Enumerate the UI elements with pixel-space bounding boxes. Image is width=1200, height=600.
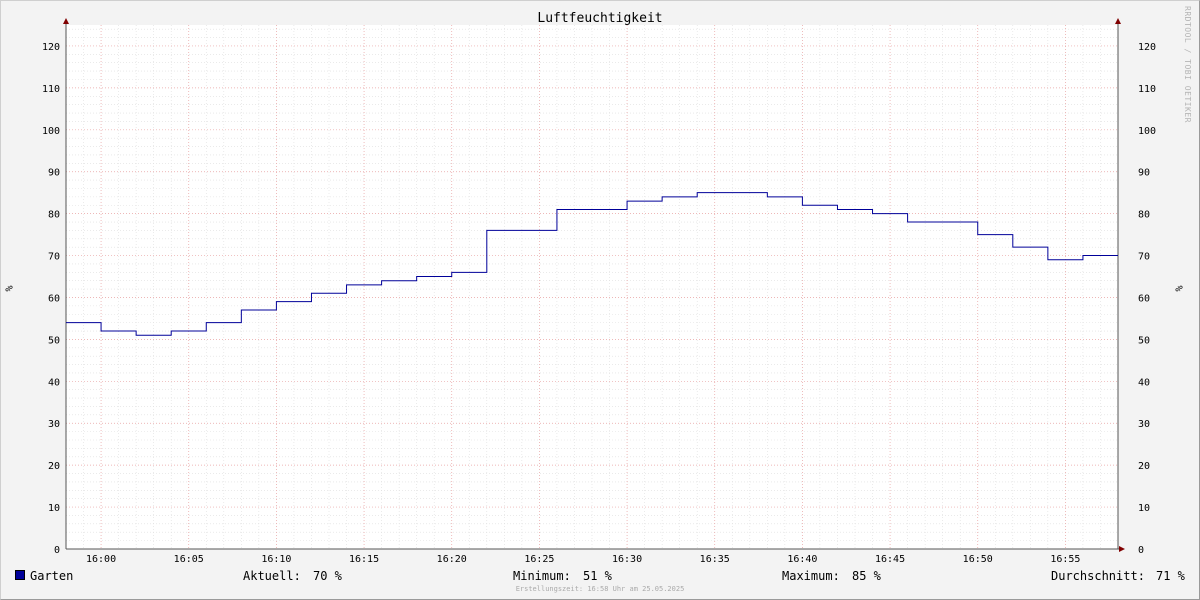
y-axis-arrow-right <box>1115 18 1121 24</box>
y-tick-label-right: 60 <box>1138 293 1150 304</box>
x-tick-label: 16:50 <box>963 554 993 565</box>
x-tick-label: 16:30 <box>612 554 642 565</box>
y-tick-label-right: 120 <box>1138 42 1156 53</box>
y-tick-label-left: 40 <box>48 377 60 388</box>
y-tick-label-right: 90 <box>1138 168 1150 179</box>
legend-min-value: 51 % <box>583 569 612 583</box>
legend-current-value: 70 % <box>313 569 342 583</box>
legend-max-value: 85 % <box>852 569 881 583</box>
x-tick-label: 16:40 <box>787 554 817 565</box>
x-tick-label: 16:35 <box>700 554 730 565</box>
creation-timestamp: Erstellungszeit: 16:58 Uhr am 25.05.2025 <box>515 585 685 593</box>
chart-canvas: Luftfeuchtigkeit RRDTOOL / TOBI OETIKER … <box>0 0 1200 600</box>
x-axis-arrow <box>1119 546 1125 552</box>
legend-series-name: Garten <box>30 569 74 583</box>
legend-min-label: Minimum: <box>513 569 571 583</box>
x-tick-label: 16:10 <box>261 554 291 565</box>
y-tick-label-left: 80 <box>48 210 60 221</box>
legend-avg-value: 71 % <box>1156 569 1185 583</box>
x-tick-label: 16:05 <box>174 554 204 565</box>
y-tick-label-right: 40 <box>1138 377 1150 388</box>
y-tick-label-right: 80 <box>1138 210 1150 221</box>
y-tick-label-left: 30 <box>48 419 60 430</box>
y-tick-label-left: 70 <box>48 252 60 263</box>
y-tick-label-left: 60 <box>48 293 60 304</box>
legend-current-label: Aktuell: <box>243 569 301 583</box>
y-tick-label-left: 110 <box>42 84 60 95</box>
x-tick-label: 16:15 <box>349 554 379 565</box>
y-tick-label-right: 10 <box>1138 503 1150 514</box>
legend-max-label: Maximum: <box>782 569 840 583</box>
legend-avg-label: Durchschnitt: <box>1051 569 1145 583</box>
y-tick-label-left: 90 <box>48 168 60 179</box>
y-axis-arrow-left <box>63 18 69 24</box>
x-tick-label: 16:20 <box>437 554 467 565</box>
x-tick-label: 16:25 <box>524 554 554 565</box>
x-tick-label: 16:00 <box>86 554 116 565</box>
y-tick-label-left: 120 <box>42 42 60 53</box>
y-tick-label-left: 100 <box>42 126 60 137</box>
y-tick-label-right: 20 <box>1138 461 1150 472</box>
y-tick-label-left: 0 <box>54 545 60 556</box>
y-tick-label-right: 30 <box>1138 419 1150 430</box>
line-chart: 0 0 10 10 20 20 30 30 40 40 50 50 60 60 70 70 80 80 90 90 10… <box>42 18 1156 565</box>
y-tick-label-right: 110 <box>1138 84 1156 95</box>
y-tick-label-right: 50 <box>1138 335 1150 346</box>
x-tick-label: 16:55 <box>1050 554 1080 565</box>
y-tick-label-right: 100 <box>1138 126 1156 137</box>
y-tick-label-left: 20 <box>48 461 60 472</box>
y-tick-label-right: 0 <box>1138 545 1144 556</box>
y-tick-label-left: 10 <box>48 503 60 514</box>
x-tick-label: 16:45 <box>875 554 905 565</box>
y-tick-label-left: 50 <box>48 335 60 346</box>
legend-color-swatch <box>15 570 25 580</box>
y-tick-label-right: 70 <box>1138 252 1150 263</box>
